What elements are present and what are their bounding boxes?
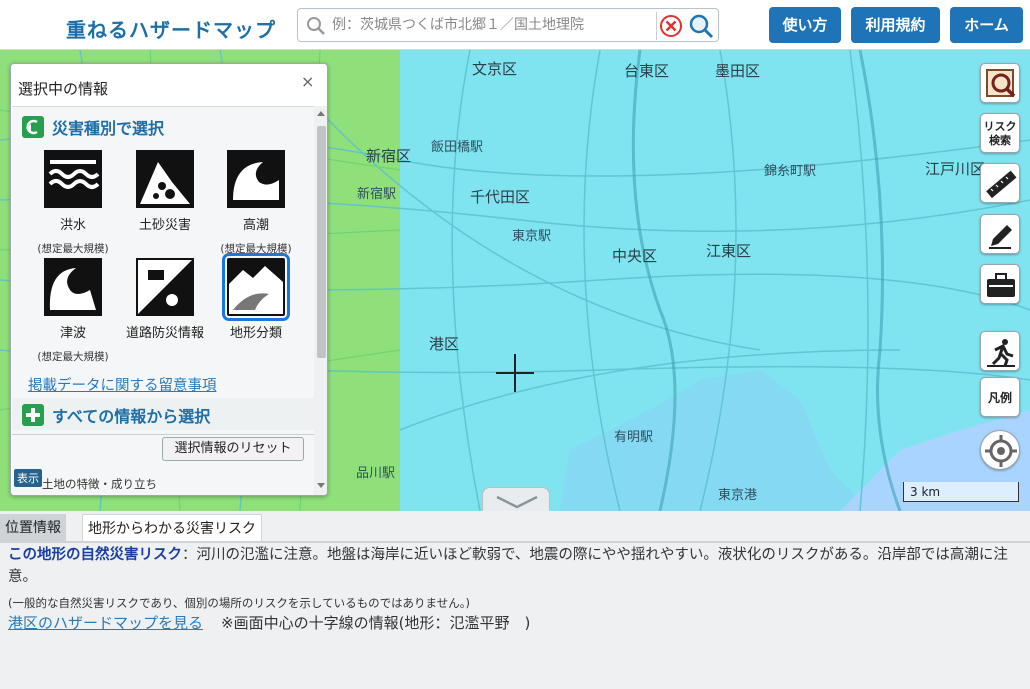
scroll-thumb[interactable] xyxy=(317,126,326,358)
ruler-button[interactable] xyxy=(980,163,1020,203)
hazard-sublabel: (想定最大規模) xyxy=(37,243,109,255)
clear-icon xyxy=(660,15,682,37)
search-box xyxy=(297,8,719,42)
tsunami-icon xyxy=(44,258,102,316)
scroll-down-icon[interactable] xyxy=(314,478,328,492)
magnify-map-icon xyxy=(986,69,1016,98)
gps-icon xyxy=(985,435,1017,467)
section-label: 災害種別で選択 xyxy=(52,119,165,138)
landslide-icon xyxy=(136,150,194,208)
map-label: 東京駅 xyxy=(512,229,552,244)
all-info-section-header[interactable]: すべての情報から選択 xyxy=(22,403,210,427)
hazard-label: 道路防災情報 xyxy=(125,326,204,341)
how-to-use-button[interactable]: 使い方 xyxy=(769,7,841,43)
terms-button[interactable]: 利用規約 xyxy=(851,7,940,43)
scroll-up-icon[interactable] xyxy=(314,107,328,121)
map-label: 飯田橋駅 xyxy=(431,140,484,155)
hazard-sublabel: (想定最大規模) xyxy=(37,351,109,363)
display-badge[interactable]: 表示 xyxy=(14,469,42,487)
toolbox-icon xyxy=(987,273,1015,297)
map-label: 台東区 xyxy=(624,62,670,80)
tab-landform-risk[interactable]: 地形からわかる災害リスク xyxy=(82,514,262,542)
home-button[interactable]: ホーム xyxy=(950,7,1023,43)
map-scale: 3 km xyxy=(903,482,1019,502)
hazard-landform[interactable]: 地形分類 xyxy=(211,253,301,341)
site-logo[interactable]: 重ねるハザードマップ xyxy=(66,14,276,43)
collapse-panel-handle[interactable] xyxy=(482,487,550,513)
map-label: 江東区 xyxy=(706,242,752,260)
clear-search-button[interactable] xyxy=(656,12,684,40)
panel-title: 選択中の情報 xyxy=(18,80,109,98)
risk-title: この地形の自然災害リスク xyxy=(8,547,182,563)
close-icon[interactable]: × xyxy=(301,72,314,91)
map-label: 品川駅 xyxy=(356,466,396,481)
divider xyxy=(12,434,314,435)
evacuation-icon xyxy=(987,339,1015,367)
magnify-map-button[interactable] xyxy=(980,63,1020,103)
selected-info-panel: 選択中の情報 × 災害種別で選択 洪水 (想定最大規模) 土砂災害 高潮 (想定… xyxy=(10,63,328,496)
layer-item-label[interactable]: 土地の特徴・成り立ち xyxy=(42,476,157,492)
hazard-label: 高潮 xyxy=(242,218,269,233)
back-arrow-icon xyxy=(22,116,44,138)
plus-icon xyxy=(22,404,44,426)
map-label: 千代田区 xyxy=(470,188,531,206)
hazard-road[interactable]: 道路防災情報 xyxy=(120,258,210,341)
toolbox-button[interactable] xyxy=(980,264,1020,304)
map-label: 中央区 xyxy=(612,247,658,265)
tab-underline xyxy=(0,541,1030,543)
section-label: すべての情報から選択 xyxy=(52,407,211,426)
hazard-label: 土砂災害 xyxy=(138,218,191,233)
map-label: 墨田区 xyxy=(715,62,761,80)
reset-selection-button[interactable]: 選択情報のリセット xyxy=(162,437,304,461)
flood-icon xyxy=(44,150,102,208)
panel-scrollbar[interactable] xyxy=(314,106,328,495)
map-label: 有明駅 xyxy=(614,430,654,445)
map-label: 港区 xyxy=(429,335,460,353)
hazard-tsunami[interactable]: 津波 (想定最大規模) xyxy=(28,258,118,364)
draw-button[interactable] xyxy=(980,214,1020,254)
legend-icon: 凡例 xyxy=(987,391,1012,405)
current-location-button[interactable] xyxy=(980,430,1020,470)
risk-search-button[interactable]: リスク検索 xyxy=(980,113,1020,153)
footer-line: 港区のハザードマップを見る ※画面中心の十字線の情報(地形：氾濫平野 ) xyxy=(8,612,530,633)
legend-button[interactable]: 凡例 xyxy=(980,377,1020,417)
search-icon xyxy=(307,17,325,35)
ruler-icon xyxy=(986,170,1017,199)
map-label: 新宿駅 xyxy=(357,187,397,202)
hazard-map-link[interactable]: 港区のハザードマップを見る xyxy=(8,614,203,632)
evacuation-button[interactable] xyxy=(980,331,1020,371)
search-submit-button[interactable] xyxy=(686,12,716,40)
notice-link[interactable]: 掲載データに関する留意事項 xyxy=(28,374,217,395)
map-label: 錦糸町駅 xyxy=(764,164,817,179)
hazard-label: 洪水 xyxy=(59,218,86,233)
tab-location-info[interactable]: 位置情報 xyxy=(0,514,66,542)
road-disaster-icon xyxy=(136,258,194,316)
search-go-icon xyxy=(689,14,714,39)
hazard-label: 津波 xyxy=(59,326,86,341)
header-bar: 重ねるハザードマップ 使い方 利用規約 ホーム xyxy=(0,0,1030,50)
hazard-type-section-header[interactable]: 災害種別で選択 xyxy=(22,115,164,139)
map-label: 江戸川区 xyxy=(925,160,986,178)
hazard-sublabel: (想定最大規模) xyxy=(220,243,292,255)
info-pane: 位置情報 地形からわかる災害リスク この地形の自然災害リスク：河川の氾濫に注意。… xyxy=(0,511,1030,689)
map-label: 東京港 xyxy=(718,488,758,503)
risk-description: この地形の自然災害リスク：河川の氾濫に注意。地盤は海岸に近いほど軟弱で、地震の際… xyxy=(8,544,1023,588)
pencil-icon xyxy=(989,225,1012,249)
storm-surge-icon xyxy=(227,150,285,208)
hazard-storm-surge[interactable]: 高潮 (想定最大規模) xyxy=(211,150,301,256)
risk-disclaimer: (一般的な自然災害リスクであり、個別の場所のリスクを示しているものではありません… xyxy=(8,596,470,610)
map-label: 文京区 xyxy=(472,60,518,78)
hazard-landslide[interactable]: 土砂災害 xyxy=(120,150,210,233)
search-input[interactable] xyxy=(330,13,650,37)
hazard-label: 地形分類 xyxy=(229,326,282,341)
hazard-flood[interactable]: 洪水 (想定最大規模) xyxy=(28,150,118,256)
map-label: 新宿区 xyxy=(366,147,412,165)
risk-search-icon: リスク検索 xyxy=(983,120,1017,147)
center-crosshair-info: ※画面中心の十字線の情報(地形：氾濫平野 ) xyxy=(221,614,531,632)
landform-icon xyxy=(222,253,290,321)
